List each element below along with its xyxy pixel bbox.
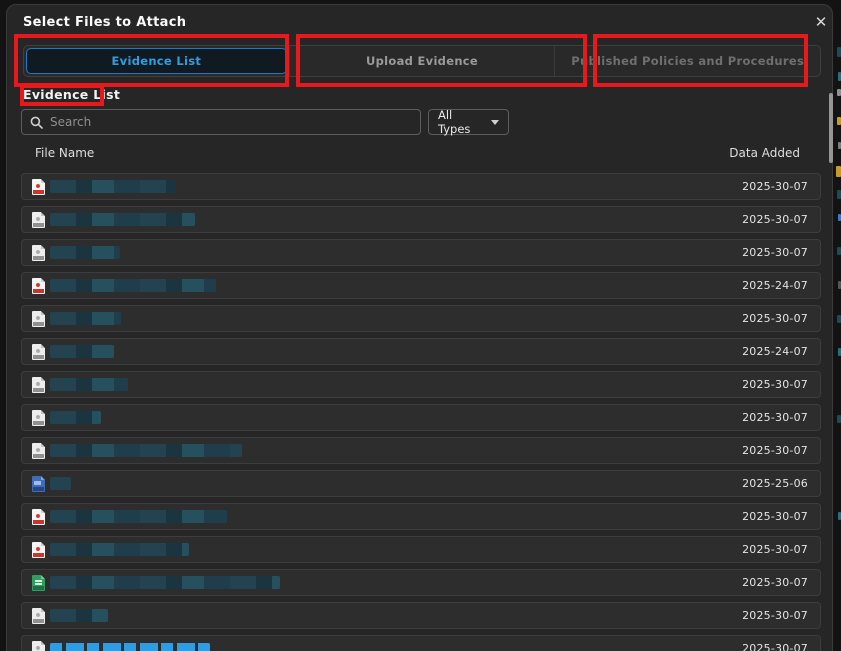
redacted-file-name [50, 609, 108, 622]
doc-file-icon [32, 212, 45, 228]
pdf-file-icon [32, 509, 45, 525]
search-box [21, 109, 421, 135]
file-row[interactable]: 2025-30-07 [21, 239, 821, 266]
redacted-file-name [50, 543, 189, 556]
file-row[interactable]: 2025-25-06 [21, 470, 821, 497]
redacted-file-name [50, 213, 195, 226]
file-date: 2025-30-07 [742, 576, 820, 589]
backdrop-fragment [837, 247, 841, 255]
tab-evidence-list-active-indicator: Evidence List [26, 48, 287, 74]
doc-file-icon [32, 377, 45, 393]
file-date: 2025-30-07 [742, 543, 820, 556]
file-date: 2025-30-07 [742, 246, 820, 259]
scrollbar-thumb[interactable] [829, 93, 833, 163]
file-list: 2025-30-07 2025-30-07 2025-30-07 2025-24-07… [21, 173, 821, 651]
close-icon[interactable]: ✕ [810, 11, 832, 33]
file-row[interactable]: 2025-30-07 [21, 437, 821, 464]
modal-title: Select Files to Attach [23, 15, 186, 30]
file-date: 2025-25-06 [742, 477, 820, 490]
attach-files-modal: Select Files to Attach ✕ Evidence List U… [6, 4, 833, 651]
file-row[interactable]: 2025-30-07 [21, 536, 821, 563]
file-row[interactable]: 2025-30-07 [21, 173, 821, 200]
redacted-file-name [50, 576, 280, 589]
redacted-file-name [50, 312, 121, 325]
file-row[interactable]: 2025-30-07 [21, 206, 821, 233]
doc-file-icon [32, 641, 45, 651]
redacted-file-name [50, 279, 216, 292]
file-date: 2025-24-07 [742, 279, 820, 292]
file-date: 2025-30-07 [742, 378, 820, 391]
redacted-file-name [50, 643, 210, 651]
excel-file-icon [32, 575, 45, 591]
file-date: 2025-30-07 [742, 213, 820, 226]
file-row[interactable]: 2025-30-07 [21, 371, 821, 398]
file-date: 2025-24-07 [742, 345, 820, 358]
doc-file-icon [32, 344, 45, 360]
redacted-file-name [50, 444, 242, 457]
redacted-file-name [50, 411, 101, 424]
redacted-file-name [50, 246, 120, 259]
file-row[interactable]: 2025-24-07 [21, 272, 821, 299]
backdrop-fragment [837, 117, 841, 125]
backdrop-fragment [837, 415, 841, 423]
pdf-file-icon [32, 179, 45, 195]
file-date: 2025-30-07 [742, 411, 820, 424]
type-filter-dropdown[interactable]: All Types [428, 109, 509, 135]
tab-label: Upload Evidence [366, 54, 478, 68]
file-date: 2025-30-07 [742, 312, 820, 325]
tab-evidence-list[interactable]: Evidence List [24, 46, 289, 76]
doc-file-icon [32, 311, 45, 327]
column-header-file-name: File Name [35, 146, 94, 160]
redacted-file-name [50, 510, 227, 523]
pdf-file-icon [32, 542, 45, 558]
list-headers: File Name Data Added [21, 146, 821, 160]
file-row[interactable]: 2025-30-07 [21, 305, 821, 332]
file-date: 2025-30-07 [742, 510, 820, 523]
tab-group: Evidence List Upload Evidence Published … [23, 45, 821, 77]
tab-label: Published Policies and Procedures [571, 54, 804, 68]
file-date: 2025-30-07 [742, 642, 820, 651]
backdrop-fragment [837, 89, 841, 96]
file-row[interactable]: 2025-30-07 [21, 503, 821, 530]
redacted-file-name [50, 180, 175, 193]
tab-published-policies-and-procedures[interactable]: Published Policies and Procedures [554, 46, 820, 76]
file-row[interactable]: 2025-30-07 [21, 404, 821, 431]
backdrop-edge [833, 0, 841, 651]
search-icon [30, 116, 43, 129]
doc-file-icon [32, 443, 45, 459]
file-row[interactable]: 2025-30-07 [21, 569, 821, 596]
file-date: 2025-30-07 [742, 609, 820, 622]
redacted-file-name [50, 477, 71, 490]
backdrop-fragment [837, 47, 841, 57]
redacted-file-name [50, 378, 128, 391]
backdrop-fragment [836, 166, 841, 177]
search-input[interactable] [50, 115, 412, 129]
backdrop-fragment [837, 190, 841, 199]
file-row[interactable]: 2025-24-07 [21, 338, 821, 365]
doc-file-icon [32, 608, 45, 624]
word-file-icon [32, 476, 45, 492]
file-row[interactable]: 2025-30-07 [21, 602, 821, 629]
type-filter-value: All Types [438, 108, 483, 136]
tab-label: Evidence List [112, 54, 202, 68]
file-date: 2025-30-07 [742, 444, 820, 457]
file-row[interactable]: 2025-30-07 [21, 635, 821, 651]
redacted-file-name [50, 345, 114, 358]
section-heading-evidence-list: Evidence List [23, 87, 120, 102]
file-date: 2025-30-07 [742, 180, 820, 193]
doc-file-icon [32, 245, 45, 261]
tab-upload-evidence[interactable]: Upload Evidence [289, 46, 555, 76]
backdrop-fragment [837, 315, 841, 323]
chevron-down-icon [491, 120, 499, 125]
pdf-file-icon [32, 278, 45, 294]
column-header-data-added: Data Added [729, 146, 800, 160]
doc-file-icon [32, 410, 45, 426]
